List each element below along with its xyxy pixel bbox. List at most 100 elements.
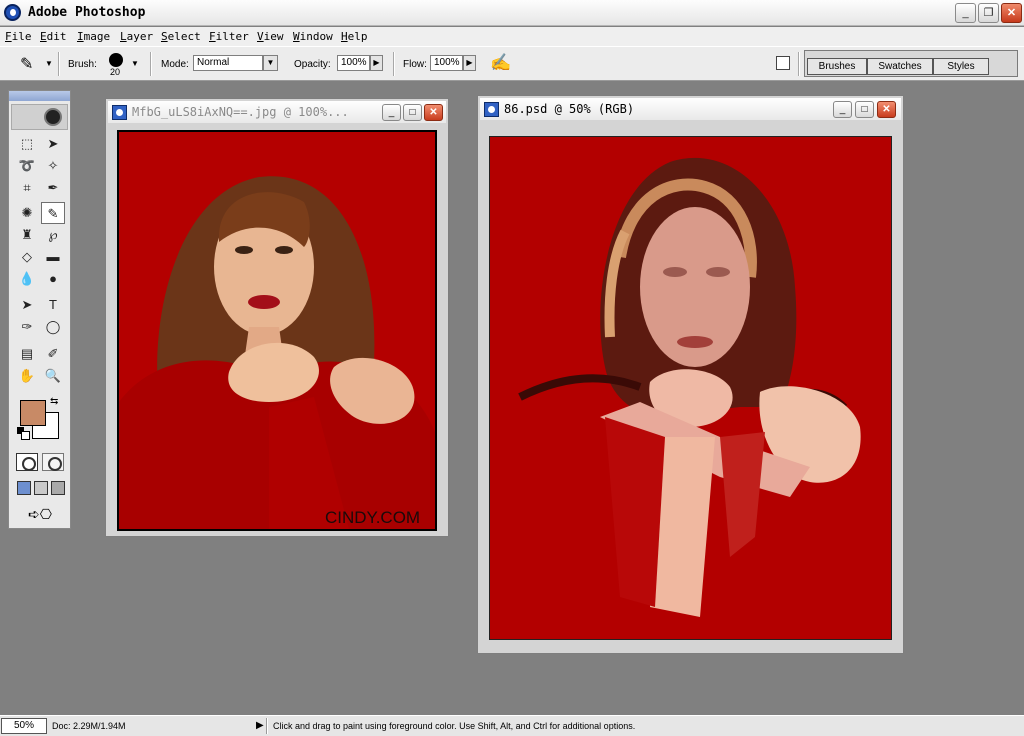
tab-styles[interactable]: Styles	[933, 58, 989, 75]
magic-wand-tool-icon[interactable]: ✧	[41, 155, 65, 177]
document-title-bar[interactable]: MfbG_uLS8iAxNQ==.jpg @ 100%... _ □ ✕	[108, 101, 446, 123]
opacity-slider-arrow-icon[interactable]: ▶	[370, 55, 383, 71]
menu-edit[interactable]: Edit	[40, 30, 67, 43]
healing-brush-tool-icon[interactable]: ✺	[15, 202, 39, 224]
menu-view[interactable]: View	[257, 30, 284, 43]
foreground-color-swatch[interactable]	[20, 400, 46, 426]
watermark-text: CINDY.COM	[325, 508, 421, 527]
document-icon	[112, 105, 127, 120]
menu-select[interactable]: Select	[161, 30, 201, 43]
document-title: 86.psd @ 50% (RGB)	[504, 102, 635, 116]
eraser-tool-icon[interactable]: ◇	[15, 246, 39, 268]
brush-size-value: 20	[110, 67, 121, 77]
brush-dropdown-arrow-icon[interactable]: ▼	[131, 59, 139, 68]
flow-slider-arrow-icon[interactable]: ▶	[463, 55, 476, 71]
full-screen-menu-mode-icon[interactable]	[34, 481, 48, 495]
reference-photo-canvas[interactable]: CINDY.COM	[117, 130, 437, 531]
mode-select[interactable]: Normal	[193, 55, 263, 71]
type-tool-icon[interactable]: T	[41, 294, 65, 316]
flow-input[interactable]: 100%	[430, 55, 463, 71]
doc-close-button[interactable]: ✕	[424, 104, 443, 121]
status-bar: 50% Doc: 2.29M/1.94M ▶ Click and drag to…	[0, 715, 1024, 736]
marquee-tool-icon[interactable]: ⬚	[15, 133, 39, 155]
slice-tool-icon[interactable]: ✒	[41, 177, 65, 199]
toolbox: ⬚ ➤ ➰ ✧ ⌗ ✒ ✺ ✎ ♜ ℘ ◇ ▬ 💧 ● ➤ T ✑ ◯ ▤ ✐ …	[8, 90, 71, 529]
history-brush-tool-icon[interactable]: ℘	[41, 224, 65, 246]
tab-swatches[interactable]: Swatches	[867, 58, 933, 75]
doc-close-button[interactable]: ✕	[877, 101, 896, 118]
gradient-tool-icon[interactable]: ▬	[41, 246, 65, 268]
doc-maximize-button[interactable]: □	[403, 104, 422, 121]
palette-menu-icon[interactable]	[776, 56, 790, 70]
doc-maximize-button[interactable]: □	[855, 101, 874, 118]
menu-file[interactable]: File	[5, 30, 32, 43]
brush-tool-icon[interactable]: ✎	[41, 202, 65, 224]
document-window-reference[interactable]: MfbG_uLS8iAxNQ==.jpg @ 100%... _ □ ✕ CIN…	[105, 98, 449, 537]
app-close-button[interactable]: ✕	[1001, 3, 1022, 23]
doc-minimize-button[interactable]: _	[833, 101, 852, 118]
status-hint: Click and drag to paint using foreground…	[273, 721, 636, 731]
menu-help[interactable]: Help	[341, 30, 368, 43]
swap-colors-icon[interactable]: ⇆	[50, 396, 58, 407]
ellipse-tool-icon[interactable]: ◯	[41, 316, 65, 338]
options-separator	[150, 52, 152, 76]
document-size-info[interactable]: Doc: 2.29M/1.94M	[52, 721, 126, 731]
brush-tool-preset-icon[interactable]: ✎	[20, 54, 33, 74]
tab-brushes[interactable]: Brushes	[807, 58, 867, 75]
brush-preview-icon[interactable]	[109, 53, 123, 67]
mode-dropdown-arrow-icon[interactable]: ▼	[263, 55, 278, 71]
toolbox-title-bar[interactable]	[9, 91, 70, 101]
opacity-label: Opacity:	[294, 59, 331, 70]
brush-label: Brush:	[68, 59, 97, 70]
dodge-tool-icon[interactable]: ●	[41, 268, 65, 290]
menu-bar: File Edit Image Layer Select Filter View…	[0, 27, 1024, 46]
notes-tool-icon[interactable]: ▤	[15, 343, 39, 365]
options-separator	[798, 52, 800, 76]
app-restore-button[interactable]: ❐	[978, 3, 999, 23]
app-minimize-button[interactable]: _	[955, 3, 976, 23]
painting-artwork	[490, 137, 891, 639]
pen-tool-icon[interactable]: ✑	[15, 316, 39, 338]
painting-canvas[interactable]	[489, 136, 892, 640]
menu-image[interactable]: Image	[77, 30, 110, 43]
options-separator	[393, 52, 395, 76]
flow-label: Flow:	[403, 59, 427, 70]
menu-layer[interactable]: Layer	[120, 30, 153, 43]
standard-screen-mode-icon[interactable]	[17, 481, 31, 495]
move-tool-icon[interactable]: ➤	[41, 133, 65, 155]
crop-tool-icon[interactable]: ⌗	[15, 177, 39, 199]
jump-to-imageready-icon[interactable]: ➪⎔	[17, 505, 63, 523]
palette-well: Brushes Swatches Styles	[804, 50, 1018, 77]
photoshop-eye-icon[interactable]	[4, 4, 21, 21]
clone-stamp-tool-icon[interactable]: ♜	[15, 224, 39, 246]
app-title-bar: Adobe Photoshop _ ❐ ✕	[0, 0, 1024, 26]
opacity-input[interactable]: 100%	[337, 55, 370, 71]
document-icon	[484, 102, 499, 117]
blur-tool-icon[interactable]: 💧	[15, 268, 39, 290]
reference-photo	[119, 132, 435, 529]
status-divider	[266, 718, 268, 734]
eyedropper-tool-icon[interactable]: ✐	[41, 343, 65, 365]
doc-minimize-button[interactable]: _	[382, 104, 401, 121]
airbrush-icon[interactable]: ✍	[490, 53, 511, 73]
document-window-painting[interactable]: 86.psd @ 50% (RGB) _ □ ✕	[477, 95, 904, 654]
zoom-level-input[interactable]: 50%	[1, 718, 47, 734]
preset-dropdown-arrow-icon[interactable]: ▼	[45, 59, 53, 68]
document-title-bar[interactable]: 86.psd @ 50% (RGB) _ □ ✕	[480, 98, 901, 120]
full-screen-mode-icon[interactable]	[51, 481, 65, 495]
default-colors-icon[interactable]	[17, 427, 30, 440]
zoom-tool-icon[interactable]: 🔍	[41, 365, 65, 387]
path-selection-tool-icon[interactable]: ➤	[15, 294, 39, 316]
app-title: Adobe Photoshop	[28, 5, 146, 20]
standard-mode-button[interactable]	[16, 453, 38, 471]
lasso-tool-icon[interactable]: ➰	[15, 155, 39, 177]
status-menu-arrow-icon[interactable]: ▶	[256, 720, 264, 731]
adobe-online-logo-icon[interactable]	[11, 104, 68, 130]
hand-tool-icon[interactable]: ✋	[15, 365, 39, 387]
menu-filter[interactable]: Filter	[209, 30, 249, 43]
quick-mask-mode-button[interactable]	[42, 453, 64, 471]
mode-label: Mode:	[161, 59, 189, 70]
options-separator	[58, 52, 60, 76]
menu-window[interactable]: Window	[293, 30, 333, 43]
document-title: MfbG_uLS8iAxNQ==.jpg @ 100%...	[132, 105, 349, 119]
